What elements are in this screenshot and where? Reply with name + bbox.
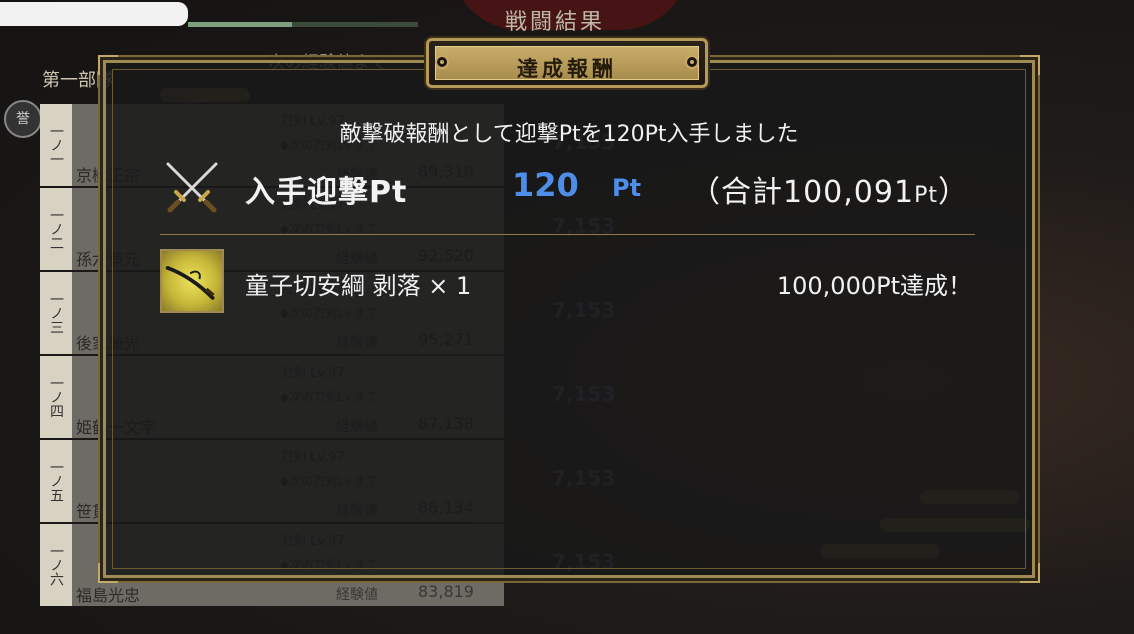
sword-name: 福島光忠 bbox=[76, 586, 141, 605]
corner-ornament bbox=[1020, 563, 1040, 583]
corner-ornament bbox=[98, 563, 118, 583]
reward-achievement-status: 100,000Pt達成！ bbox=[776, 272, 972, 300]
dialog-title: 達成報酬 bbox=[517, 56, 617, 81]
honor-badge-icon: 誉 bbox=[4, 100, 42, 138]
exp-value: 83,819 bbox=[418, 582, 474, 601]
points-value: 120 bbox=[512, 166, 579, 204]
rivet-icon bbox=[435, 55, 449, 69]
rivet-icon bbox=[685, 55, 699, 69]
reward-item-label: 童子切安綱 剥落 × 1 bbox=[245, 272, 472, 300]
sword-item-icon bbox=[160, 249, 224, 313]
screen-title: 戦闘結果 bbox=[505, 10, 606, 35]
points-total-prefix: （合計100,091 bbox=[690, 175, 915, 210]
crossed-swords-icon bbox=[166, 162, 218, 213]
slot-label: 一ノ四 bbox=[40, 356, 72, 438]
points-total: （合計100,091Pt） bbox=[690, 167, 969, 211]
dialog-header: 達成報酬 bbox=[426, 38, 708, 88]
player-name-bar bbox=[0, 2, 188, 26]
slot-label: 一ノ一 bbox=[40, 104, 72, 186]
corner-ornament bbox=[98, 55, 118, 75]
points-total-suffix: ） bbox=[937, 175, 969, 210]
points-total-unit: Pt bbox=[914, 183, 938, 208]
exp-label: 経験値 bbox=[336, 587, 378, 603]
divider bbox=[160, 234, 975, 235]
experience-bar bbox=[188, 22, 418, 27]
slot-label: 一ノ六 bbox=[40, 524, 72, 606]
reward-message: 敵撃破報酬として迎撃Ptを120Pt入手しました bbox=[339, 122, 799, 147]
slot-label: 一ノ三 bbox=[40, 272, 72, 354]
points-unit: Pt bbox=[612, 174, 642, 202]
header-plate: 達成報酬 bbox=[435, 46, 699, 81]
slot-label: 一ノ二 bbox=[40, 188, 72, 270]
corner-ornament bbox=[1020, 55, 1040, 75]
slot-label: 一ノ五 bbox=[40, 440, 72, 522]
points-label: 入手迎撃Pt bbox=[245, 175, 408, 210]
